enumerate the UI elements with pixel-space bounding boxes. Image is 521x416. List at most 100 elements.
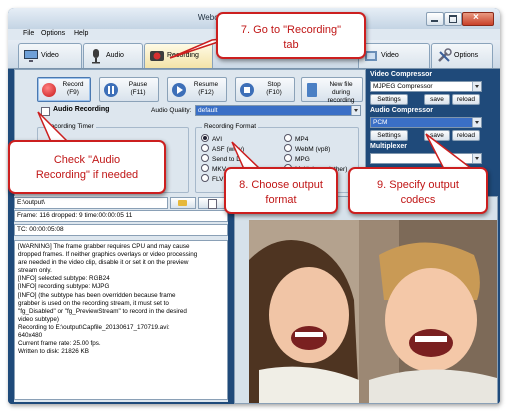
new-file-button[interactable]: New file during recording xyxy=(301,77,363,104)
file-icon xyxy=(208,199,217,209)
radio-icon xyxy=(201,164,209,172)
video-reload-button[interactable]: reload xyxy=(452,94,480,105)
callout-text: 9. Specify output xyxy=(377,179,459,191)
tab-video-source[interactable]: Video Source xyxy=(18,43,82,83)
stop-button[interactable]: Stop (F10) xyxy=(235,77,295,102)
log-line: Written to disk: 21826 KB xyxy=(18,348,89,356)
log-line: [INFO] (the subtype has been overridden … xyxy=(18,291,176,299)
radio-selected-icon xyxy=(201,134,209,142)
tab-video-processing[interactable]: Video Processing xyxy=(358,43,430,83)
log-line: dropped frames. If neither graphics over… xyxy=(18,251,198,259)
microphone-icon xyxy=(92,49,100,64)
callout-output-format: 8. Choose output format xyxy=(224,167,338,214)
menu-file[interactable]: File xyxy=(23,30,34,37)
record-shortcut: (F9) xyxy=(67,89,79,96)
tab-audio[interactable]: Audio xyxy=(83,43,143,68)
video-save-button[interactable]: save xyxy=(424,94,450,105)
folder-icon xyxy=(178,200,187,206)
format-label: MPG xyxy=(295,156,310,163)
log-line: grabber is used on the recording stream,… xyxy=(18,299,169,307)
tab-options[interactable]: Options xyxy=(431,43,493,68)
record-label: Record xyxy=(62,81,84,88)
format-mp4[interactable]: MP4 xyxy=(284,134,308,143)
radio-icon xyxy=(284,144,292,152)
callout-text: tab xyxy=(283,39,299,51)
audio-quality-label: Audio Quality: xyxy=(151,107,192,114)
tab-label: Audio xyxy=(106,52,124,59)
callout-text: Check "Audio xyxy=(53,154,121,166)
audio-quality-value: default xyxy=(198,107,218,114)
stop-label: Stop xyxy=(267,81,281,88)
record-button[interactable]: Record (F9) xyxy=(37,77,91,102)
format-label: MP4 xyxy=(295,136,309,143)
minimize-button[interactable] xyxy=(426,12,444,26)
callout-arrow xyxy=(425,133,475,170)
record-icon xyxy=(42,83,56,97)
format-mkv[interactable]: MKV xyxy=(201,164,226,173)
output-path-field[interactable]: E:\output\ xyxy=(14,197,168,209)
video-compressor-select[interactable]: MJPEG Compressor xyxy=(370,81,482,92)
radio-icon xyxy=(284,154,292,162)
log-line: are needed in the video clip, disable it… xyxy=(18,259,189,267)
video-preview xyxy=(234,196,498,404)
monitor-icon xyxy=(24,50,38,62)
resume-label: Resume xyxy=(193,81,219,88)
tab-label: Options xyxy=(454,52,479,59)
video-settings-button[interactable]: Settings xyxy=(370,94,408,105)
radio-icon xyxy=(201,154,209,162)
format-flv[interactable]: FLV xyxy=(201,174,223,183)
pause-button[interactable]: Pause (F11) xyxy=(99,77,159,102)
menu-help[interactable]: Help xyxy=(74,30,88,37)
resume-shortcut: (F12) xyxy=(198,89,214,96)
chevron-down-icon xyxy=(472,82,481,91)
radio-icon xyxy=(201,144,209,152)
callout-text: 8. Choose output xyxy=(239,179,323,191)
log-line: stream only. xyxy=(18,267,52,275)
format-label: WebM (vp8) xyxy=(295,146,331,153)
log-line: 640x480 xyxy=(18,332,43,340)
log-panel: E:\output\ Frame: 116 dropped: 9 time:00… xyxy=(14,196,228,402)
resume-icon xyxy=(172,83,186,97)
log-line: [INFO] selected subtype: RGB24 xyxy=(18,275,110,283)
log-line: [WARNING] The frame grabber requires CPU… xyxy=(18,243,190,250)
callout-text: Recording" if needed xyxy=(35,169,139,181)
format-webm[interactable]: WebM (vp8) xyxy=(284,144,330,153)
video-compressor-heading: Video Compressor xyxy=(370,71,433,78)
frame-stats: Frame: 116 dropped: 9 time:00:00:05 11 xyxy=(14,210,228,222)
close-icon: × xyxy=(473,12,479,23)
open-file-button[interactable] xyxy=(198,197,226,209)
log-line: "fg_Disabled" or "fg_PreviewStream" to r… xyxy=(18,307,187,315)
new-file-icon xyxy=(307,83,317,97)
format-avi[interactable]: AVI xyxy=(201,134,222,143)
pause-icon xyxy=(104,83,118,97)
menu-options[interactable]: Options xyxy=(41,30,65,37)
audio-compressor-select[interactable]: PCM xyxy=(370,117,482,128)
radio-icon xyxy=(201,174,209,182)
minimize-icon xyxy=(431,20,438,22)
callout-arrow xyxy=(231,141,262,170)
log-output[interactable]: [WARNING] The frame grabber requires CPU… xyxy=(14,240,228,400)
maximize-button[interactable] xyxy=(444,12,462,26)
video-compressor-value: MJPEG Compressor xyxy=(373,83,433,90)
audio-settings-button[interactable]: Settings xyxy=(370,130,408,141)
callout-text: codecs xyxy=(400,194,436,206)
format-label: AVI xyxy=(212,136,222,143)
close-button[interactable]: × xyxy=(462,12,494,26)
stop-shortcut: (F10) xyxy=(266,89,282,96)
callout-audio-recording: Check "Audio Recording" if needed xyxy=(8,140,166,194)
callout-text: format xyxy=(265,194,297,206)
log-line: [INFO] recording subtype: MJPG xyxy=(18,283,110,291)
pause-shortcut: (F11) xyxy=(130,89,146,96)
open-folder-button[interactable] xyxy=(170,197,196,209)
callout-output-codecs: 9. Specify output codecs xyxy=(348,167,488,214)
callout-recording-tab: 7. Go to "Recording" tab xyxy=(216,12,366,59)
log-line: video subtype) xyxy=(18,315,59,323)
radio-icon xyxy=(284,134,292,142)
log-line: Current frame rate: 25.00 fps. xyxy=(18,340,101,348)
resume-button[interactable]: Resume (F12) xyxy=(167,77,227,102)
format-mpg[interactable]: MPG xyxy=(284,154,310,163)
chevron-down-icon xyxy=(472,118,481,127)
preview-image xyxy=(249,220,497,403)
audio-quality-select[interactable]: default xyxy=(195,105,361,116)
recording-format-title: Recording Format xyxy=(202,123,259,130)
